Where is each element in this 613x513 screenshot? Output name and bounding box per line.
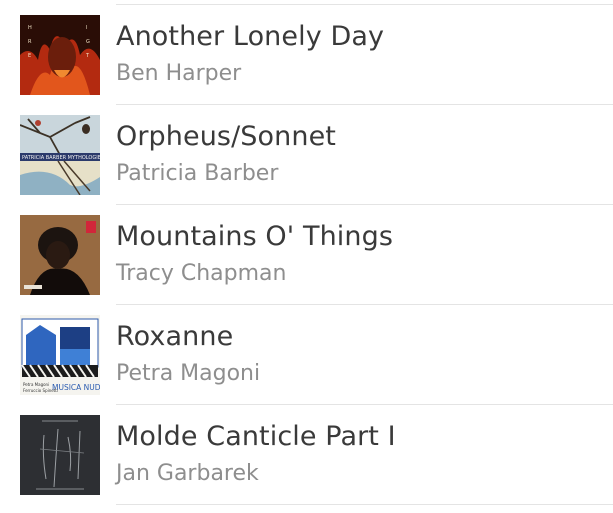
album-art: Petra Magoni Ferruccio Spinetti MUSICA N…: [20, 315, 100, 395]
svg-text:Petra Magoni: Petra Magoni: [23, 382, 49, 387]
album-art: [20, 215, 100, 295]
svg-text:MUSICA NUDA: MUSICA NUDA: [52, 383, 100, 392]
track-artist: Ben Harper: [116, 61, 242, 86]
track-row-roxanne[interactable]: Petra Magoni Ferruccio Spinetti MUSICA N…: [0, 305, 613, 405]
album-art-tree-bird-icon: PATRICIA BARBER MYTHOLOGIES: [20, 115, 100, 195]
track-title: Roxanne: [116, 321, 234, 352]
svg-text:H: H: [28, 25, 32, 31]
track-artist: Tracy Chapman: [116, 261, 287, 286]
track-artist: Petra Magoni: [116, 361, 261, 386]
track-title: Another Lonely Day: [116, 21, 385, 52]
track-artist: Patricia Barber: [116, 161, 279, 186]
track-list: H R E I G T Another Lonely Day Ben Harpe…: [0, 0, 613, 513]
album-art: [20, 415, 100, 495]
track-row-mountains-o-things[interactable]: Mountains O' Things Tracy Chapman: [0, 205, 613, 305]
track-row-orpheus-sonnet[interactable]: PATRICIA BARBER MYTHOLOGIES Orpheus/Sonn…: [0, 105, 613, 205]
svg-text:I: I: [86, 25, 87, 31]
album-art-dark-lines-icon: [20, 415, 100, 495]
track-row-another-lonely-day[interactable]: H R E I G T Another Lonely Day Ben Harpe…: [0, 5, 613, 105]
album-art: H R E I G T: [20, 15, 100, 95]
album-art-portrait-dark-icon: [20, 215, 100, 295]
track-title: Molde Canticle Part I: [116, 421, 396, 452]
svg-text:E: E: [28, 53, 31, 59]
svg-text:PATRICIA BARBER MYTHOLOGIES: PATRICIA BARBER MYTHOLOGIES: [22, 155, 100, 161]
album-art: PATRICIA BARBER MYTHOLOGIES: [20, 115, 100, 195]
svg-text:G: G: [86, 39, 90, 45]
svg-text:R: R: [28, 39, 32, 45]
album-art-fire-portrait-icon: H R E I G T: [20, 15, 100, 95]
track-artist: Jan Garbarek: [116, 461, 259, 486]
track-title: Mountains O' Things: [116, 221, 394, 252]
track-title: Orpheus/Sonnet: [116, 121, 336, 152]
track-row-molde-canticle-part-i[interactable]: Molde Canticle Part I Jan Garbarek: [0, 405, 613, 505]
album-art-blue-illustration-icon: Petra Magoni Ferruccio Spinetti MUSICA N…: [20, 315, 100, 395]
divider: [116, 504, 613, 505]
